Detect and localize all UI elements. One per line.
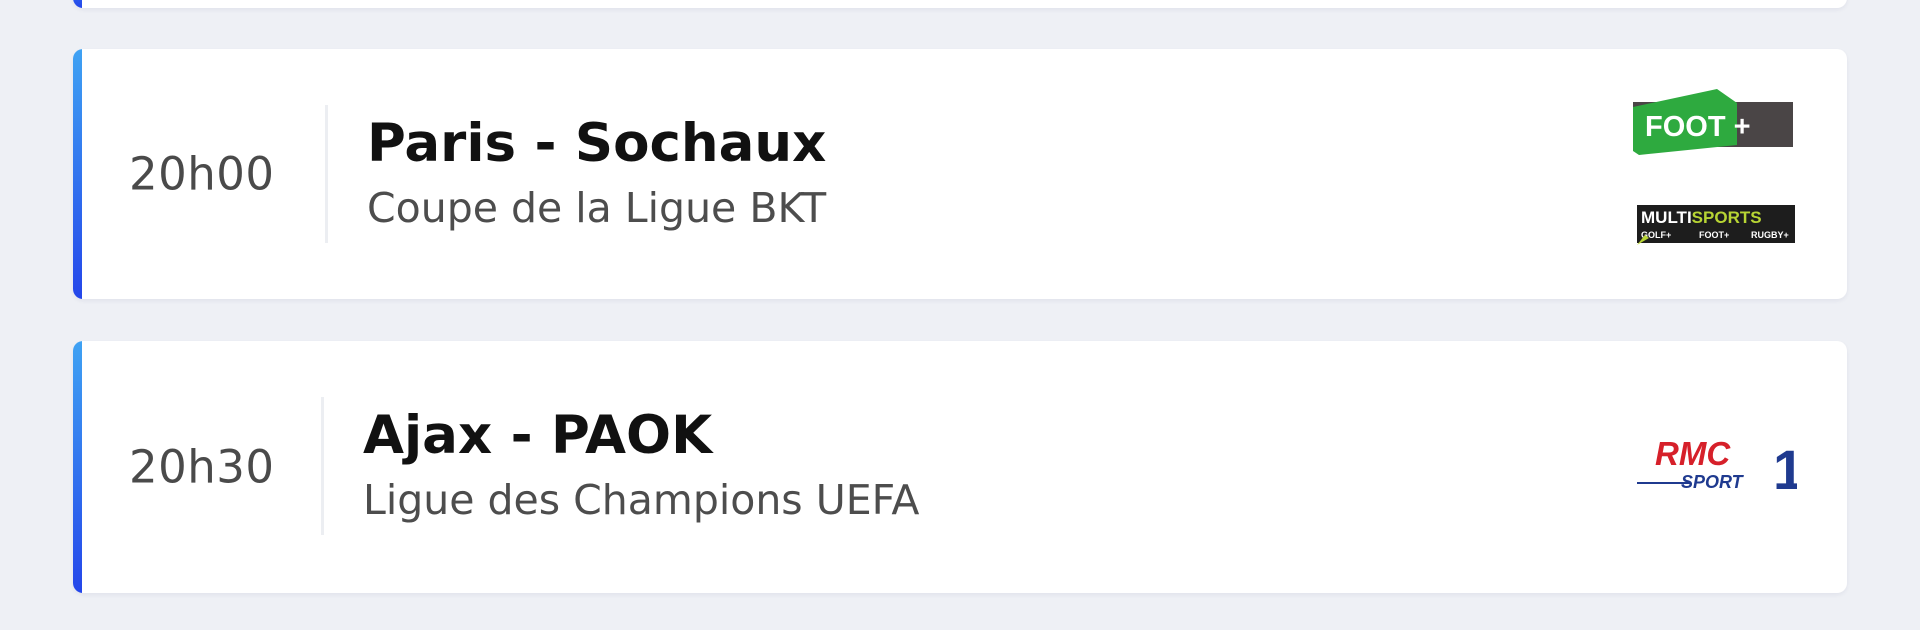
- match-card[interactable]: 20h00 Paris - Sochaux Coupe de la Ligue …: [73, 49, 1847, 299]
- match-card-partial[interactable]: [73, 0, 1847, 8]
- rmc-logo-text: RMC: [1655, 435, 1731, 472]
- rmc-sport-1-logo[interactable]: RMC SPORT 1: [1637, 435, 1797, 495]
- divider: [321, 397, 324, 535]
- foot-plus-logo[interactable]: FOOT +: [1633, 89, 1795, 155]
- multisports-sub-rugby: RUGBY+: [1751, 230, 1789, 240]
- match-competition: Ligue des Champions UEFA: [363, 476, 920, 524]
- match-teams: Ajax - PAOK: [363, 405, 713, 466]
- match-competition: Coupe de la Ligue BKT: [367, 184, 827, 232]
- match-card[interactable]: 20h30 Ajax - PAOK Ligue des Champions UE…: [73, 341, 1847, 593]
- multisports-logo-text: MULTISPORTS: [1641, 208, 1762, 227]
- multisports-logo[interactable]: MULTISPORTS GOLF+ FOOT+ RUGBY+: [1637, 205, 1795, 245]
- multisports-sub-foot: FOOT+: [1699, 230, 1729, 240]
- card-accent-bar: [73, 49, 82, 299]
- card-accent-bar: [73, 0, 82, 8]
- match-teams: Paris - Sochaux: [367, 113, 827, 174]
- rmc-channel-number: 1: [1773, 438, 1797, 495]
- rmc-sport-text: SPORT: [1681, 472, 1745, 492]
- match-time: 20h30: [129, 440, 275, 494]
- divider: [325, 105, 328, 243]
- foot-plus-logo-text: FOOT +: [1645, 111, 1751, 143]
- match-time: 20h00: [129, 147, 275, 201]
- card-accent-bar: [73, 341, 82, 593]
